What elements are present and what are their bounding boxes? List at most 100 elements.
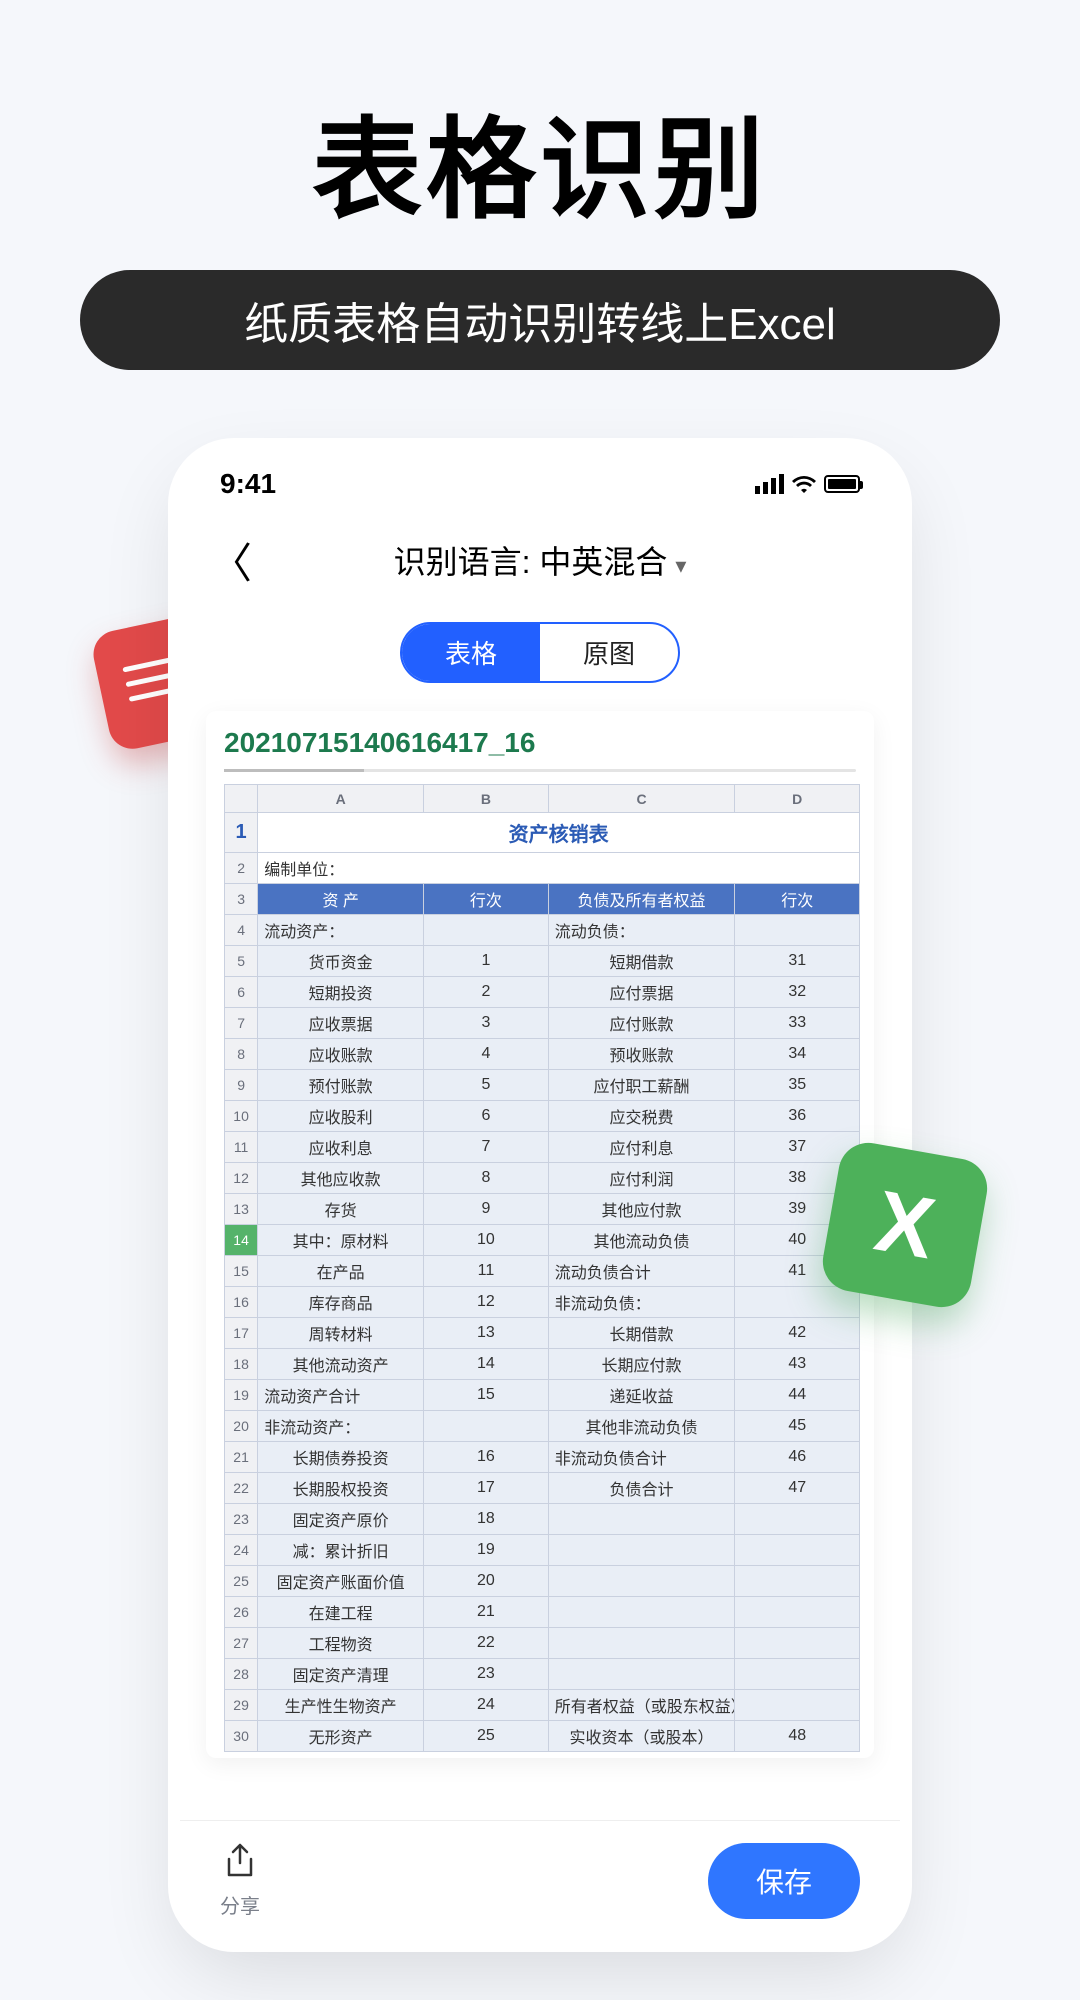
cell[interactable]: 其他流动资产: [258, 1349, 424, 1380]
cell[interactable]: 应收股利: [258, 1101, 424, 1132]
cell[interactable]: 21: [424, 1597, 549, 1628]
cell[interactable]: 减：累计折旧: [258, 1535, 424, 1566]
cell[interactable]: 存货: [258, 1194, 424, 1225]
cell[interactable]: [548, 1628, 735, 1659]
col-header[interactable]: B: [424, 785, 549, 813]
cell[interactable]: 长期债券投资: [258, 1442, 424, 1473]
cell[interactable]: 应收利息: [258, 1132, 424, 1163]
cell[interactable]: 固定资产清理: [258, 1659, 424, 1690]
cell[interactable]: 流动负债合计: [548, 1256, 735, 1287]
cell[interactable]: [548, 1597, 735, 1628]
cell[interactable]: 非流动负债合计: [548, 1442, 735, 1473]
cell[interactable]: 应收票据: [258, 1008, 424, 1039]
cell[interactable]: 2: [424, 977, 549, 1008]
cell[interactable]: 37: [735, 1132, 860, 1163]
cell[interactable]: 6: [424, 1101, 549, 1132]
cell[interactable]: 11: [424, 1256, 549, 1287]
cell[interactable]: 库存商品: [258, 1287, 424, 1318]
cell[interactable]: 固定资产账面价值: [258, 1566, 424, 1597]
cell[interactable]: 其他应付款: [548, 1194, 735, 1225]
cell[interactable]: 9: [424, 1194, 549, 1225]
cell[interactable]: 长期应付款: [548, 1349, 735, 1380]
cell[interactable]: 其他应收款: [258, 1163, 424, 1194]
cell[interactable]: 1: [424, 946, 549, 977]
cell[interactable]: 递延收益: [548, 1380, 735, 1411]
cell[interactable]: [424, 915, 549, 946]
cell[interactable]: 43: [735, 1349, 860, 1380]
cell[interactable]: 5: [424, 1070, 549, 1101]
cell[interactable]: 17: [424, 1473, 549, 1504]
cell[interactable]: 其他流动负债: [548, 1225, 735, 1256]
cell[interactable]: 负债合计: [548, 1473, 735, 1504]
cell[interactable]: 应付利润: [548, 1163, 735, 1194]
cell[interactable]: 13: [424, 1318, 549, 1349]
cell[interactable]: 15: [424, 1380, 549, 1411]
spreadsheet[interactable]: A B C D 1资产核销表 2编制单位： 3 资 产行次负债及所有者权益行次 …: [224, 784, 860, 1752]
cell[interactable]: 流动资产：: [258, 915, 424, 946]
cell[interactable]: 45: [735, 1411, 860, 1442]
cell[interactable]: 长期借款: [548, 1318, 735, 1349]
tab-original-image[interactable]: 原图: [540, 624, 678, 681]
language-selector[interactable]: 识别语言: 中英混合▾: [394, 537, 687, 583]
cell[interactable]: 应交税费: [548, 1101, 735, 1132]
cell[interactable]: 48: [735, 1721, 860, 1752]
cell[interactable]: 19: [424, 1535, 549, 1566]
cell[interactable]: [735, 1659, 860, 1690]
cell[interactable]: 应付利息: [548, 1132, 735, 1163]
cell[interactable]: 其中：原材料: [258, 1225, 424, 1256]
tab-table[interactable]: 表格: [402, 624, 540, 681]
cell[interactable]: 7: [424, 1132, 549, 1163]
cell[interactable]: [735, 1690, 860, 1721]
cell[interactable]: [735, 1628, 860, 1659]
cell[interactable]: 在产品: [258, 1256, 424, 1287]
cell[interactable]: 35: [735, 1070, 860, 1101]
cell[interactable]: 36: [735, 1101, 860, 1132]
cell[interactable]: 应付账款: [548, 1008, 735, 1039]
col-header[interactable]: D: [735, 785, 860, 813]
col-header[interactable]: A: [258, 785, 424, 813]
cell[interactable]: 46: [735, 1442, 860, 1473]
cell[interactable]: 14: [424, 1349, 549, 1380]
cell[interactable]: [735, 915, 860, 946]
cell[interactable]: 24: [424, 1690, 549, 1721]
cell[interactable]: [735, 1566, 860, 1597]
cell[interactable]: 18: [424, 1504, 549, 1535]
cell[interactable]: 应收账款: [258, 1039, 424, 1070]
cell[interactable]: 8: [424, 1163, 549, 1194]
cell[interactable]: [735, 1287, 860, 1318]
cell[interactable]: 42: [735, 1318, 860, 1349]
cell[interactable]: 33: [735, 1008, 860, 1039]
save-button[interactable]: 保存: [708, 1843, 860, 1919]
cell[interactable]: 47: [735, 1473, 860, 1504]
cell[interactable]: 固定资产原价: [258, 1504, 424, 1535]
cell[interactable]: 4: [424, 1039, 549, 1070]
cell[interactable]: [548, 1504, 735, 1535]
cell[interactable]: 23: [424, 1659, 549, 1690]
back-button[interactable]: 〈: [210, 530, 252, 591]
cell[interactable]: 短期借款: [548, 946, 735, 977]
cell[interactable]: 16: [424, 1442, 549, 1473]
cell[interactable]: 应付职工薪酬: [548, 1070, 735, 1101]
cell[interactable]: 20: [424, 1566, 549, 1597]
cell[interactable]: 长期股权投资: [258, 1473, 424, 1504]
cell[interactable]: [424, 1411, 549, 1442]
cell[interactable]: 预收账款: [548, 1039, 735, 1070]
cell[interactable]: 在建工程: [258, 1597, 424, 1628]
cell[interactable]: 生产性生物资产: [258, 1690, 424, 1721]
cell[interactable]: 3: [424, 1008, 549, 1039]
cell[interactable]: 预付账款: [258, 1070, 424, 1101]
cell[interactable]: 31: [735, 946, 860, 977]
cell[interactable]: [548, 1659, 735, 1690]
col-header[interactable]: C: [548, 785, 735, 813]
cell[interactable]: 非流动资产：: [258, 1411, 424, 1442]
cell[interactable]: 周转材料: [258, 1318, 424, 1349]
cell[interactable]: [548, 1535, 735, 1566]
cell[interactable]: 无形资产: [258, 1721, 424, 1752]
cell[interactable]: 工程物资: [258, 1628, 424, 1659]
cell[interactable]: [735, 1535, 860, 1566]
cell[interactable]: 12: [424, 1287, 549, 1318]
cell[interactable]: [548, 1566, 735, 1597]
cell[interactable]: 32: [735, 977, 860, 1008]
cell[interactable]: 非流动负债：: [548, 1287, 735, 1318]
cell[interactable]: 10: [424, 1225, 549, 1256]
